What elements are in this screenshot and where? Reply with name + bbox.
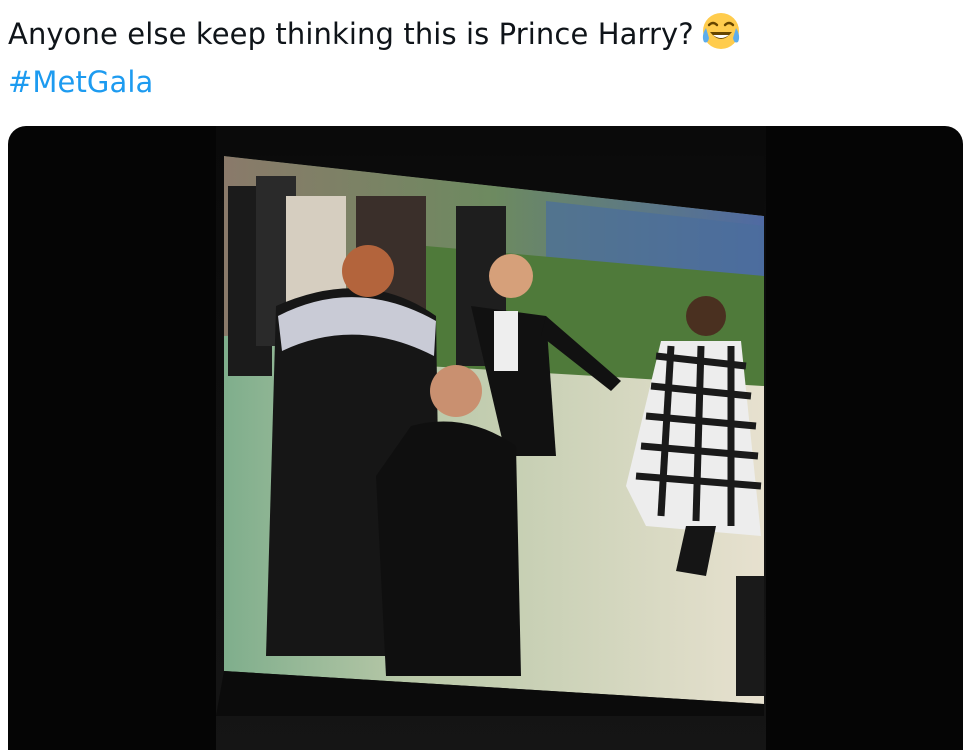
tweet-text-main: Anyone else keep thinking this is Prince… (8, 17, 694, 51)
tweet-text: Anyone else keep thinking this is Prince… (8, 10, 948, 106)
face-with-tears-of-joy-icon (702, 13, 739, 49)
tweet: Anyone else keep thinking this is Prince… (0, 0, 963, 750)
tweet-media-video[interactable] (8, 126, 963, 750)
hashtag-link-metgala[interactable]: #MetGala (8, 58, 948, 106)
tweet-text-line-1: Anyone else keep thinking this is Prince… (8, 10, 948, 58)
video-still-image (216, 156, 764, 716)
